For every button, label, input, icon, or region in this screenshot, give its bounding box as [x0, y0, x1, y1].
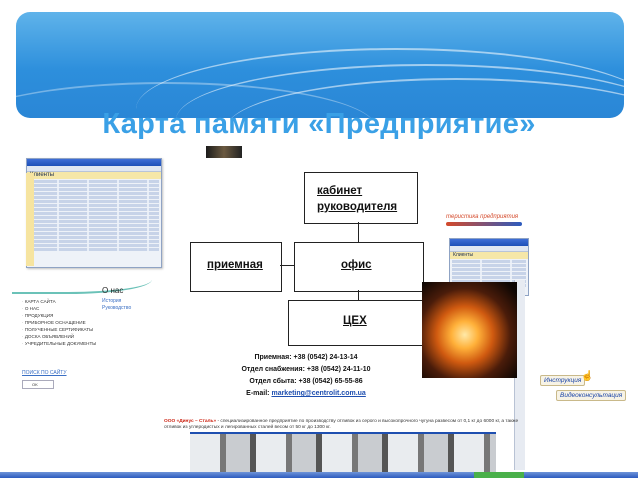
- window-heading-small: Клиенты: [450, 252, 528, 259]
- company-name: ООО «Динус – Сталь»: [164, 419, 217, 424]
- connector-cabinet-office: [358, 222, 359, 242]
- label-reception: приемная: [207, 259, 263, 271]
- instruction-scroll[interactable]: Инструкция: [540, 375, 586, 386]
- decorative-image: [206, 146, 242, 158]
- enterprise-diagram: кабинет руководителя приемная офис ЦЕХ: [190, 158, 424, 346]
- clients-window-screenshot: Клиенты: [26, 158, 162, 268]
- company-text: - специализированное предприятие по прои…: [164, 419, 519, 430]
- email-label: E-mail:: [246, 390, 272, 397]
- menu-item-sitemap[interactable]: Карта сайта: [22, 299, 56, 304]
- link-management[interactable]: Руководство: [102, 305, 131, 311]
- menu-item-about[interactable]: О нас: [22, 306, 39, 311]
- label-cabinet: кабинет руководителя: [317, 185, 398, 213]
- contact-supply: Отдел снабжения: +38 (0542) 24-11-10: [241, 366, 371, 373]
- search-button[interactable]: OK: [32, 382, 38, 387]
- menu-item-products[interactable]: Продукция: [22, 313, 54, 318]
- link-history[interactable]: История: [102, 298, 121, 304]
- slide-title: Карта памяти «Предприятие»: [102, 108, 536, 140]
- label-office: офис: [341, 259, 372, 271]
- company-description: ООО «Динус – Сталь» - специализированное…: [164, 419, 524, 431]
- taskbar-start: [474, 472, 524, 478]
- menu-item-certificates[interactable]: Полученные сертификаты: [22, 327, 93, 332]
- box-office: офис: [294, 242, 424, 292]
- decorative-curve: [12, 270, 152, 294]
- search-input[interactable]: [22, 380, 54, 389]
- box-cabinet: кабинет руководителя: [304, 172, 418, 224]
- video-consultation-scroll[interactable]: Видеоконсультация: [556, 390, 627, 401]
- connector-office-workshop: [358, 290, 359, 300]
- contact-reception: Приемная: +38 (0542) 24-13-14: [254, 354, 358, 361]
- contact-sales: Отдел сбыта: +38 (0542) 65-55-86: [249, 378, 363, 385]
- enterprise-characteristics-banner: теристика предприятия: [446, 214, 522, 236]
- menu-item-equipment[interactable]: Приборное оснащение: [22, 320, 86, 325]
- hand-pointer-icon: ☝: [581, 371, 594, 382]
- taskbar: [0, 472, 638, 478]
- window-sidebar: [26, 173, 34, 266]
- website-fragment: О нас История Руководство Карта сайта О …: [12, 270, 192, 478]
- contact-email-row: E-mail: marketing@centrolit.com.ua: [190, 388, 422, 400]
- search-label: ПОИСК ПО САЙТУ: [22, 370, 67, 376]
- window-titlebar: [27, 159, 161, 166]
- castings-photo-strip: [190, 432, 496, 474]
- box-reception: приемная: [190, 242, 282, 292]
- contacts-block: Приемная: +38 (0542) 24-13-14 Отдел снаб…: [190, 352, 422, 400]
- molten-metal-photo: [422, 282, 517, 378]
- menu-item-board[interactable]: Доска объявлений: [22, 334, 74, 339]
- window-heading: Клиенты: [27, 172, 161, 179]
- connector-reception-office: [280, 265, 294, 266]
- menu-item-documents[interactable]: Учредительные документы: [22, 341, 97, 346]
- about-heading: О нас: [102, 286, 124, 295]
- box-workshop: ЦЕХ: [288, 300, 424, 346]
- header-banner: [16, 12, 624, 118]
- label-workshop: ЦЕХ: [343, 315, 367, 327]
- email-link[interactable]: marketing@centrolit.com.ua: [271, 390, 365, 397]
- banner-stripe: [446, 222, 522, 226]
- banner-text: теристика предприятия: [446, 214, 519, 220]
